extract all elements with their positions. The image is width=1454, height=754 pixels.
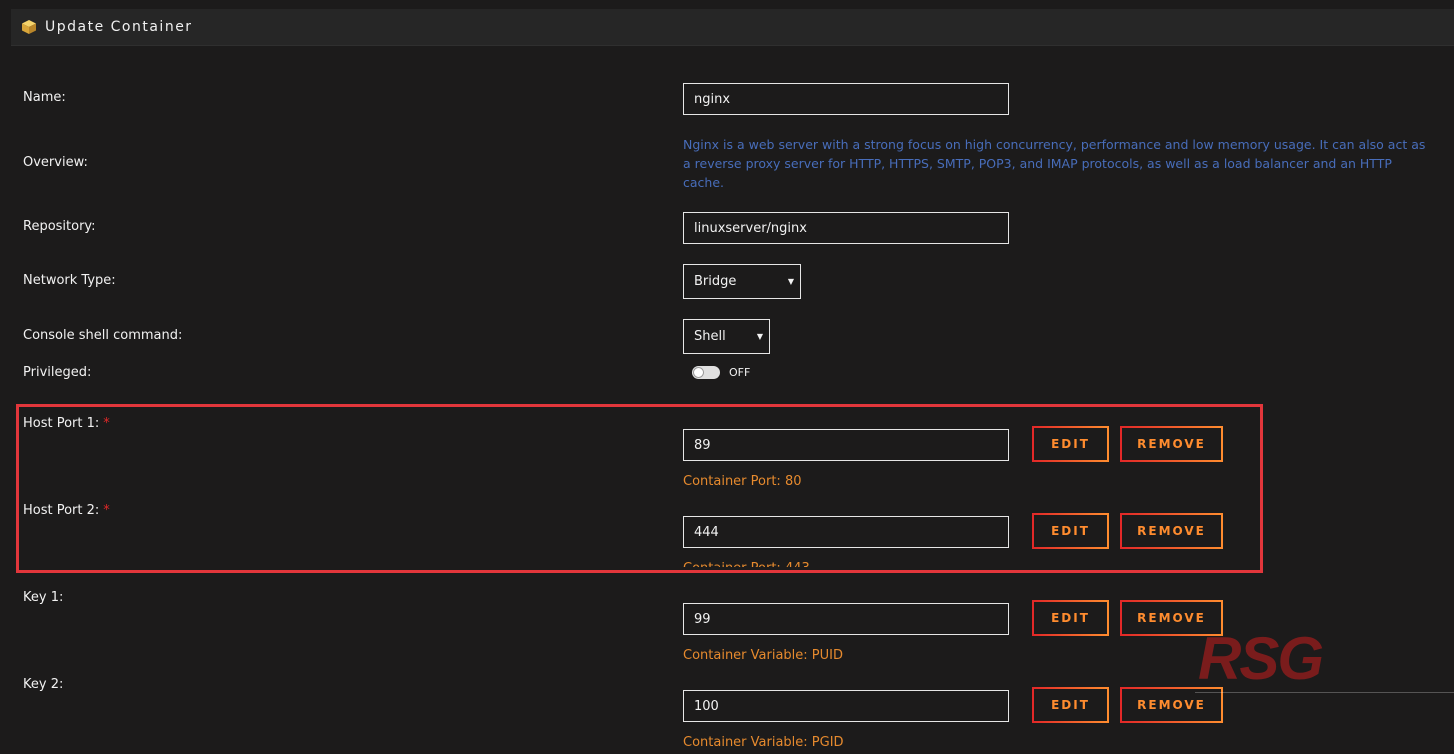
host-port-2-edit-button[interactable]: EDIT [1032, 513, 1109, 549]
key-2-label: Key 2: [23, 677, 64, 692]
overview-text: Nginx is a web server with a strong focu… [683, 137, 1426, 190]
host-port-2-input[interactable] [683, 516, 1009, 548]
host-port-2-remove-button[interactable]: REMOVE [1120, 513, 1223, 549]
network-type-select[interactable]: Bridge ▼ [683, 264, 801, 299]
repository-label: Repository: [23, 219, 96, 234]
page-title: Update Container [45, 19, 193, 35]
required-mark: * [103, 503, 110, 518]
host-port-1-label-text: Host Port 1: [23, 416, 100, 431]
key-2-edit-button[interactable]: EDIT [1032, 687, 1109, 723]
key-1-container-variable: Container Variable: PUID [683, 648, 844, 663]
console-shell-select[interactable]: Shell ▼ [683, 319, 770, 354]
caret-down-icon: ▼ [787, 277, 794, 286]
console-shell-label: Console shell command: [23, 328, 183, 343]
name-label: Name: [23, 90, 66, 105]
host-port-1-edit-button[interactable]: EDIT [1032, 426, 1109, 462]
caret-down-icon: ▼ [756, 332, 763, 341]
console-shell-value: Shell [694, 329, 726, 344]
title-bar: Update Container [11, 9, 1454, 46]
required-mark: * [103, 416, 110, 431]
package-icon [22, 20, 36, 34]
host-port-2-label-text: Host Port 2: [23, 503, 100, 518]
name-input[interactable] [683, 83, 1009, 115]
host-port-2-label: Host Port 2: * [23, 503, 110, 518]
privileged-toggle[interactable] [692, 366, 720, 379]
overview-label: Overview: [23, 155, 88, 170]
network-type-label: Network Type: [23, 273, 116, 288]
key-1-label: Key 1: [23, 590, 64, 605]
repository-input[interactable] [683, 212, 1009, 244]
privileged-label: Privileged: [23, 365, 92, 380]
network-type-value: Bridge [694, 274, 737, 289]
key-1-edit-button[interactable]: EDIT [1032, 600, 1109, 636]
host-port-1-container-port: Container Port: 80 [683, 474, 802, 489]
key-2-input[interactable] [683, 690, 1009, 722]
key-1-input[interactable] [683, 603, 1009, 635]
highlight-clip [19, 567, 1260, 579]
watermark-logo: RSG [1198, 625, 1324, 692]
key-2-container-variable: Container Variable: PGID [683, 735, 844, 750]
privileged-state: OFF [729, 366, 751, 379]
toggle-knob [693, 367, 704, 378]
host-port-1-label: Host Port 1: * [23, 416, 110, 431]
host-port-1-remove-button[interactable]: REMOVE [1120, 426, 1223, 462]
host-port-1-input[interactable] [683, 429, 1009, 461]
watermark-line [1195, 692, 1454, 693]
